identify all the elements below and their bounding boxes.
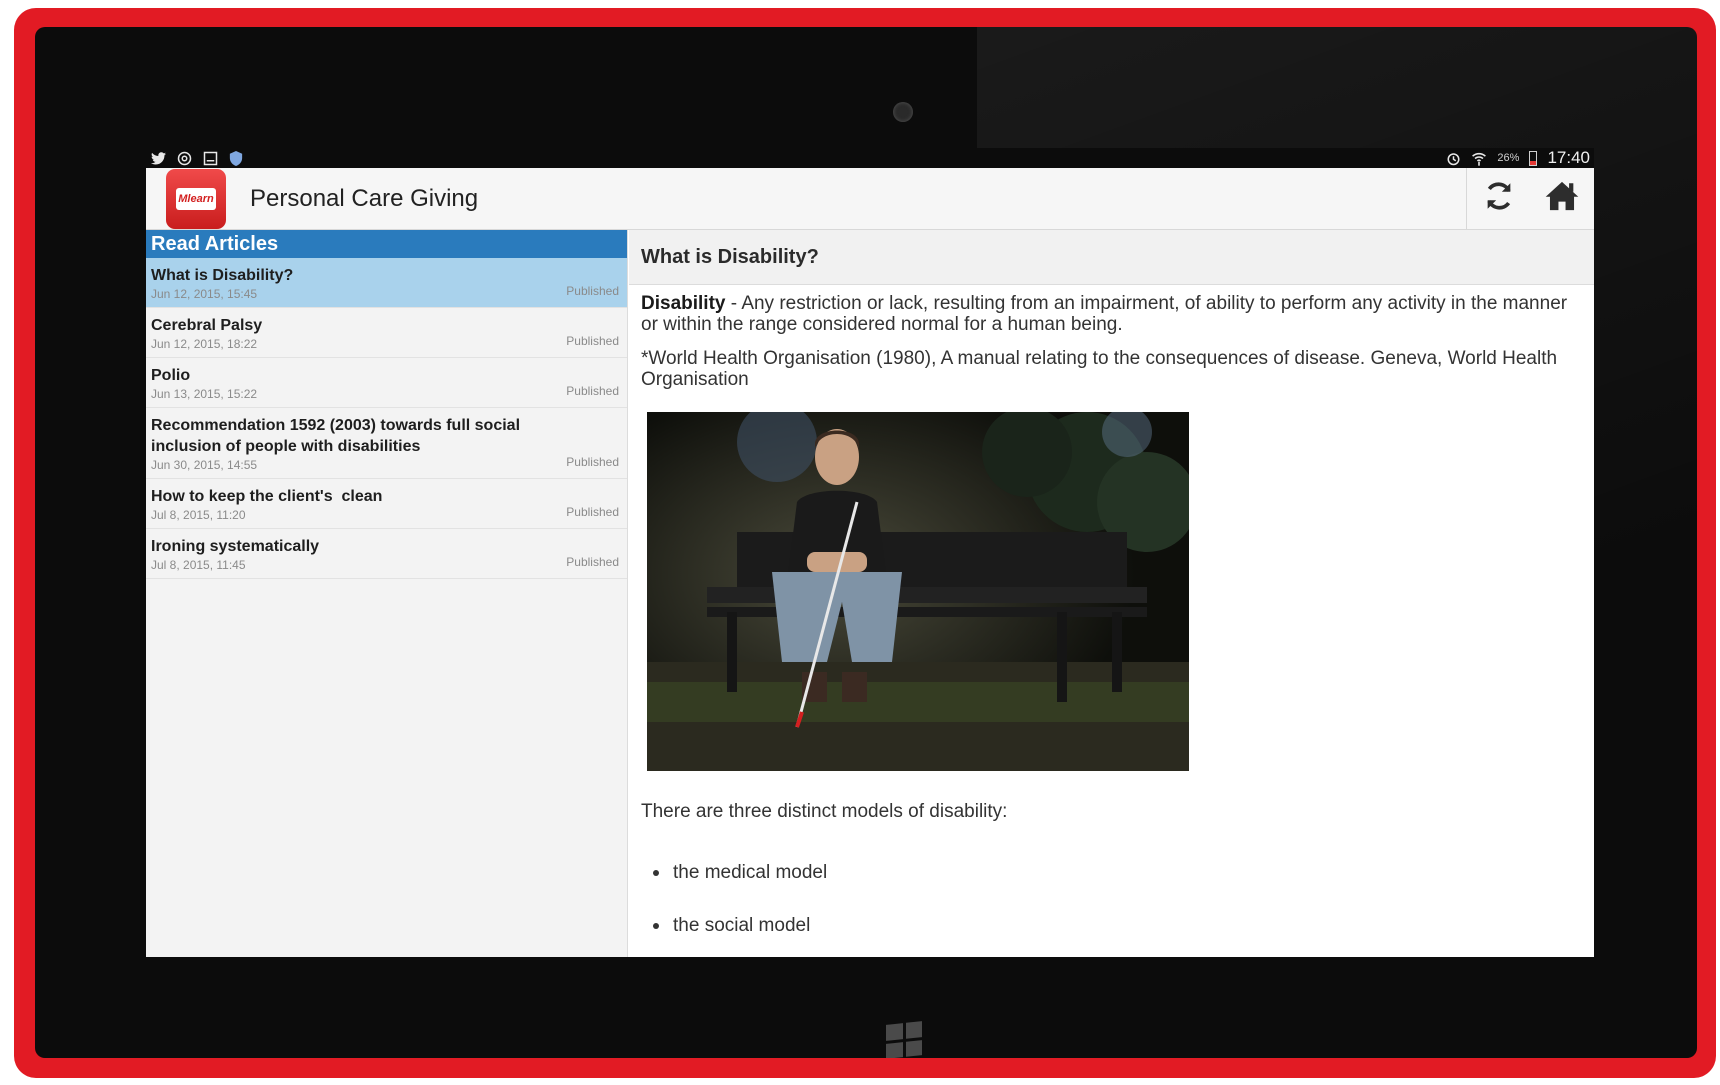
article-item-what-is-disability[interactable]: What is Disability? Jun 12, 2015, 15:45 … — [146, 258, 627, 308]
article-date: Jul 8, 2015, 11:20 — [151, 508, 246, 522]
refresh-button[interactable] — [1466, 168, 1530, 229]
app-logo[interactable]: Mlearn — [166, 168, 226, 229]
article-title: How to keep the client's clean — [151, 488, 383, 505]
definition-term: Disability — [641, 293, 726, 314]
camera-icon — [893, 102, 913, 122]
home-button[interactable] — [1530, 168, 1594, 229]
refresh-icon — [1482, 179, 1516, 218]
article-item-keep-client-clean[interactable]: How to keep the client's clean Jul 8, 20… — [146, 479, 627, 529]
article-item-ironing-systematically[interactable]: Ironing systematically Jul 8, 2015, 11:4… — [146, 529, 627, 579]
at-sign-icon — [176, 150, 192, 166]
citation: *World Health Organisation (1980), A man… — [641, 348, 1558, 390]
status-right-icons: 26% 17:40 — [1445, 148, 1590, 168]
message-icon — [202, 150, 218, 166]
battery-percent: 26% — [1497, 152, 1520, 164]
article-status: Published — [566, 555, 619, 569]
article-date: Jul 8, 2015, 11:45 — [151, 558, 246, 572]
article-status: Published — [566, 384, 619, 398]
app-logo-text: Mlearn — [176, 187, 216, 210]
list-item: the social model — [653, 915, 1582, 936]
articles-panel: Read Articles What is Disability? Jun 12… — [146, 230, 628, 957]
app-title: Personal Care Giving — [250, 184, 479, 212]
article-item-cerebral-palsy[interactable]: Cerebral Palsy Jun 12, 2015, 18:22 Publi… — [146, 308, 627, 358]
article-title: Cerebral Palsy — [151, 317, 263, 334]
article-date: Jun 13, 2015, 15:22 — [151, 387, 258, 401]
article-date: Jun 12, 2015, 15:45 — [151, 287, 258, 301]
article-status: Published — [566, 505, 619, 519]
models-intro: There are three distinct models of disab… — [641, 801, 1008, 822]
article-status: Published — [566, 455, 619, 469]
definition-text: - Any restriction or lack, resulting fro… — [641, 293, 1568, 335]
article-status: Published — [566, 334, 619, 348]
article-title: What is Disability? — [151, 267, 294, 284]
article-view: What is Disability? Disability - Any res… — [629, 230, 1594, 957]
article-content: Disability - Any restriction or lack, re… — [629, 285, 1594, 936]
article-title: Ironing systematically — [151, 538, 320, 555]
list-item: the medical model — [653, 862, 1582, 883]
article-title: Recommendation 1592 (2003) towards full … — [151, 417, 521, 455]
article-date: Jun 30, 2015, 14:55 — [151, 458, 258, 472]
section-header: Read Articles — [146, 230, 627, 258]
article-date: Jun 12, 2015, 18:22 — [151, 337, 258, 351]
app-bar: Mlearn Personal Care Giving — [146, 168, 1594, 230]
article-item-recommendation-1592[interactable]: Recommendation 1592 (2003) towards full … — [146, 408, 627, 479]
status-bar: 26% 17:40 — [146, 148, 1594, 168]
battery-icon — [1529, 150, 1538, 166]
shield-icon — [228, 150, 244, 166]
wifi-icon — [1471, 150, 1487, 166]
home-icon — [1545, 180, 1579, 217]
article-photo — [647, 412, 1189, 771]
windows-logo-icon[interactable] — [886, 1021, 922, 1058]
status-left-icons — [150, 150, 244, 166]
article-heading: What is Disability? — [629, 230, 1594, 285]
models-list: the medical model the social model — [641, 862, 1582, 936]
clock: 17:40 — [1547, 148, 1590, 167]
app-screen: 26% 17:40 Mlearn Personal Care Giving Re… — [146, 148, 1594, 957]
twitter-icon — [150, 150, 166, 166]
alarm-icon — [1445, 150, 1461, 166]
article-title: Polio — [151, 367, 191, 384]
article-status: Published — [566, 284, 619, 298]
definition-paragraph: Disability - Any restriction or lack, re… — [641, 293, 1582, 335]
app-actions — [1466, 168, 1594, 229]
article-item-polio[interactable]: Polio Jun 13, 2015, 15:22 Published — [146, 358, 627, 408]
